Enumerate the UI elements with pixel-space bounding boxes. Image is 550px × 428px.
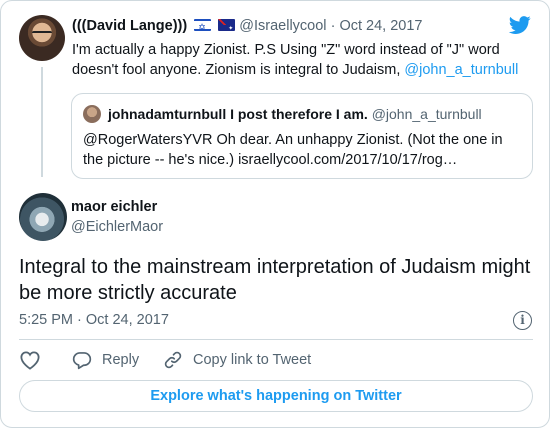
parent-handle[interactable]: @Israellycool [239, 18, 326, 34]
parent-header: (((David Lange))) @Israellycool · Oct 24… [72, 17, 422, 35]
parent-display-name[interactable]: (((David Lange))) [72, 18, 187, 34]
reply-date: Oct 24, 2017 [85, 312, 169, 328]
reply-tweet-text: Integral to the mainstream interpretatio… [19, 256, 531, 304]
copy-link-button[interactable]: Copy link to Tweet [163, 347, 311, 373]
quoted-tweet[interactable]: johnadamturnbull I post therefore I am. … [71, 93, 533, 179]
explore-twitter-button[interactable]: Explore what's happening on Twitter [19, 380, 533, 412]
parent-date[interactable]: Oct 24, 2017 [339, 18, 422, 34]
parent-tweet-text: I'm actually a happy Zionist. P.S Using … [72, 40, 537, 80]
parent-avatar[interactable] [19, 15, 65, 61]
copy-link-label: Copy link to Tweet [193, 352, 312, 368]
quote-display-name: johnadamturnbull I post therefore I am. [108, 106, 368, 122]
thread-line [41, 67, 43, 177]
reply-label: Reply [102, 352, 140, 368]
info-icon[interactable]: i [513, 311, 532, 330]
reply-handle[interactable]: @EichlerMaor [71, 219, 163, 235]
tweet-embed-card: (((David Lange))) @Israellycool · Oct 24… [0, 0, 550, 428]
reply-avatar[interactable] [19, 193, 67, 241]
parent-separator: · [330, 18, 336, 34]
twitter-bird-icon[interactable] [507, 14, 533, 36]
reply-icon [72, 352, 92, 370]
reply-time: 5:25 PM [19, 312, 73, 328]
quote-handle: @john_a_turnbull [371, 106, 482, 122]
quote-avatar [83, 105, 101, 123]
israel-flag-icon [194, 19, 212, 31]
quote-text: @RogerWatersYVR Oh dear. An unhappy Zion… [83, 132, 503, 168]
like-button[interactable] [19, 347, 41, 373]
reply-separator: · [77, 312, 82, 328]
quote-header: johnadamturnbull I post therefore I am. … [108, 105, 482, 123]
reply-button[interactable]: Reply [72, 347, 139, 373]
reply-timestamp[interactable]: 5:25 PM · Oct 24, 2017 [19, 312, 169, 328]
mention-link[interactable]: @john_a_turnbull [404, 62, 518, 78]
link-icon [164, 351, 182, 369]
divider [19, 339, 533, 340]
heart-icon [20, 351, 40, 370]
reply-display-name[interactable]: maor eichler [71, 199, 157, 215]
australia-flag-icon [218, 19, 236, 31]
